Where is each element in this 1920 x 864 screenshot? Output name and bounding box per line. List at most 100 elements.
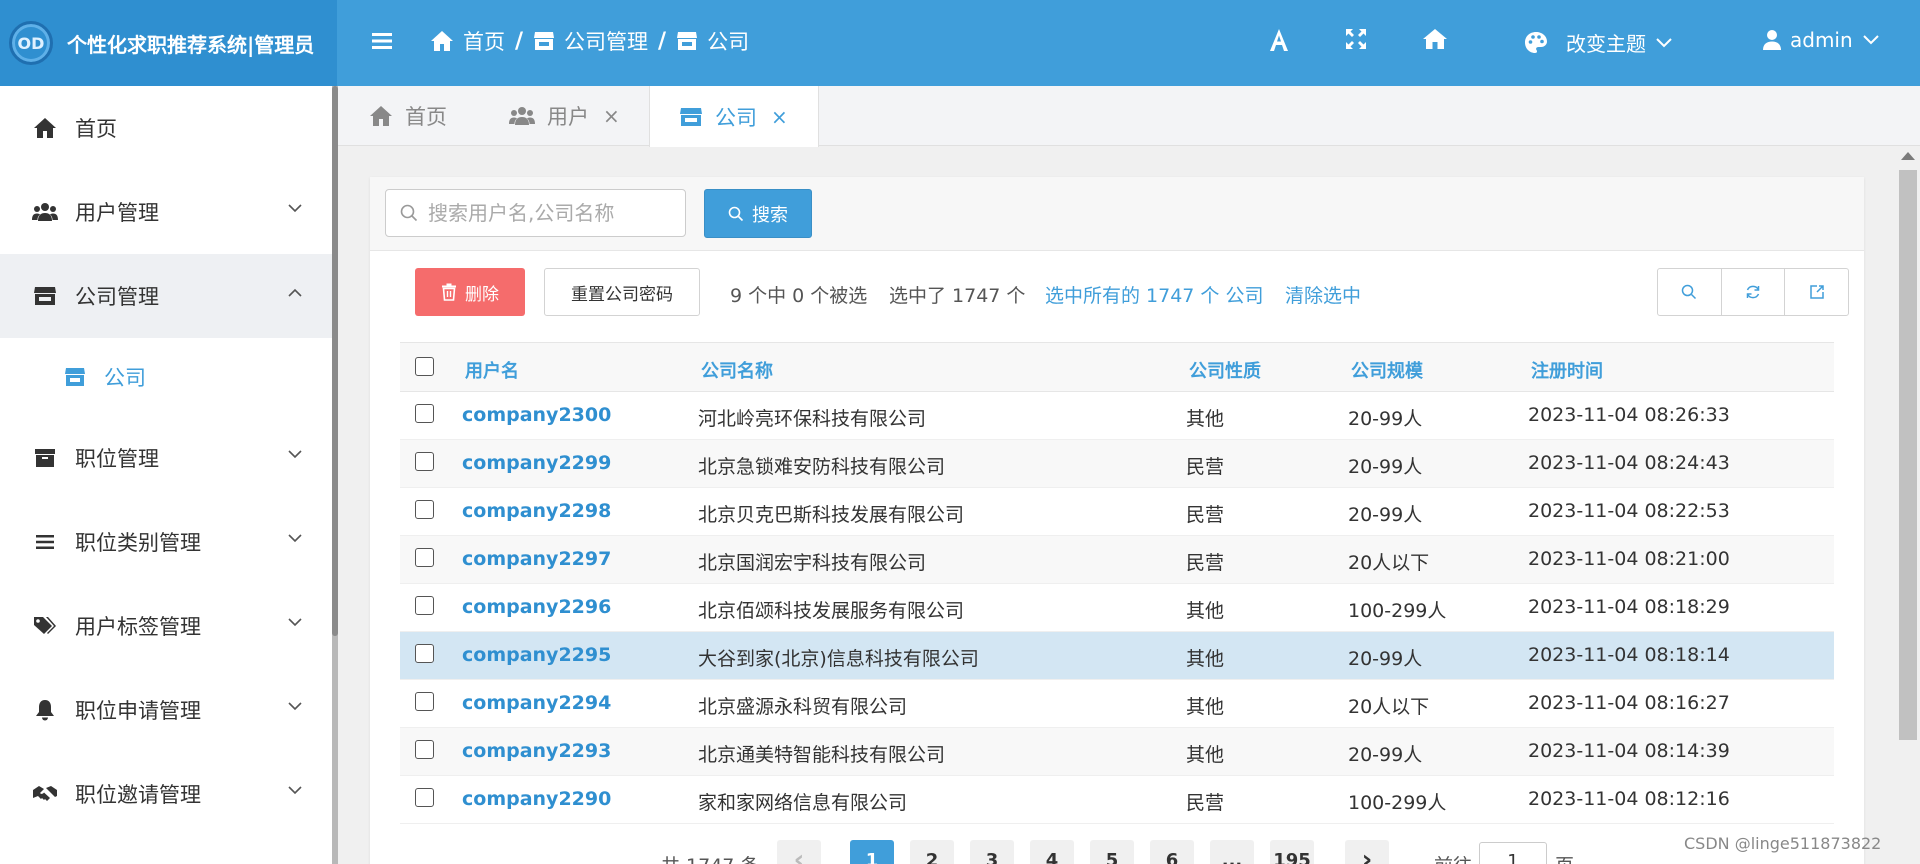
row-username-link[interactable]: company2290 bbox=[462, 788, 611, 810]
bell-icon bbox=[32, 699, 58, 721]
row-company-name: 北京贝克巴斯科技发展有限公司 bbox=[698, 504, 965, 526]
row-username-link[interactable]: company2296 bbox=[462, 596, 611, 618]
breadcrumb-separator: / bbox=[515, 28, 524, 54]
chevron-down-icon bbox=[1656, 37, 1672, 47]
table-row[interactable]: company2293 北京通美特智能科技有限公司 其他 20-99人 2023… bbox=[400, 728, 1834, 776]
table-toolbar bbox=[1657, 268, 1849, 316]
table-row[interactable]: company2290 家和家网络信息有限公司 民营 100-299人 2023… bbox=[400, 776, 1834, 824]
tab-home[interactable]: 首页 bbox=[369, 86, 447, 146]
row-username-link[interactable]: company2300 bbox=[462, 404, 611, 426]
pagination-page-last[interactable]: 195 bbox=[1270, 840, 1314, 864]
theme-switcher[interactable]: 改变主题 bbox=[1524, 28, 1690, 57]
row-company-type: 其他 bbox=[1186, 744, 1225, 766]
sidebar-item-job-application-management[interactable]: 职位申请管理 bbox=[0, 668, 332, 752]
user-menu[interactable]: admin bbox=[1762, 28, 1879, 52]
table-row[interactable]: company2294 北京盛源永科贸有限公司 其他 20人以下 2023-11… bbox=[400, 680, 1834, 728]
row-company-type: 民营 bbox=[1186, 792, 1225, 814]
palette-icon bbox=[1525, 31, 1547, 53]
row-register-time: 2023-11-04 08:24:43 bbox=[1528, 452, 1730, 474]
users-icon bbox=[509, 107, 535, 125]
chevron-up-icon bbox=[288, 288, 302, 297]
row-company-size: 20-99人 bbox=[1348, 504, 1423, 526]
row-checkbox[interactable] bbox=[415, 740, 434, 759]
reset-password-button[interactable]: 重置公司密码 bbox=[544, 268, 700, 316]
pagination-page-5[interactable]: 5 bbox=[1090, 840, 1134, 864]
column-header-username[interactable]: 用户名 bbox=[465, 357, 519, 383]
tab-user[interactable]: 用户 × bbox=[509, 86, 620, 146]
row-checkbox[interactable] bbox=[415, 596, 434, 615]
scroll-up-arrow-icon[interactable] bbox=[1901, 152, 1915, 160]
pagination-page-1[interactable]: 1 bbox=[850, 840, 894, 864]
select-all-link[interactable]: 选中所有的 1747 个 公司 bbox=[1045, 281, 1263, 308]
row-username-link[interactable]: company2298 bbox=[462, 500, 611, 522]
row-username-link[interactable]: company2299 bbox=[462, 452, 611, 474]
row-company-type: 其他 bbox=[1186, 696, 1225, 718]
row-checkbox[interactable] bbox=[415, 548, 434, 567]
sidebar-item-job-invitation-management[interactable]: 职位邀请管理 bbox=[0, 752, 332, 836]
column-header-company-type[interactable]: 公司性质 bbox=[1189, 357, 1261, 383]
sidebar-item-company-management[interactable]: 公司管理 bbox=[0, 254, 332, 338]
row-username-link[interactable]: company2293 bbox=[462, 740, 611, 762]
tab-company[interactable]: 公司 × bbox=[649, 86, 819, 147]
breadcrumb-company-management[interactable]: 公司管理 bbox=[533, 26, 648, 56]
page-scrollbar-thumb[interactable] bbox=[1899, 170, 1917, 740]
row-checkbox[interactable] bbox=[415, 644, 434, 663]
breadcrumb-home[interactable]: 首页 bbox=[430, 26, 505, 56]
row-username-link[interactable]: company2297 bbox=[462, 548, 611, 570]
row-checkbox[interactable] bbox=[415, 500, 434, 519]
column-header-company-name[interactable]: 公司名称 bbox=[701, 357, 773, 383]
home-icon[interactable] bbox=[1422, 28, 1448, 50]
row-checkbox[interactable] bbox=[415, 452, 434, 471]
row-checkbox[interactable] bbox=[415, 692, 434, 711]
table-row[interactable]: company2296 北京佰颂科技发展服务有限公司 其他 100-299人 2… bbox=[400, 584, 1834, 632]
row-username-link[interactable]: company2295 bbox=[462, 644, 611, 666]
table-row[interactable]: company2297 北京国润宏宇科技有限公司 民营 20人以下 2023-1… bbox=[400, 536, 1834, 584]
delete-button[interactable]: 删除 bbox=[415, 268, 525, 316]
toolbar-refresh-button[interactable] bbox=[1722, 269, 1786, 315]
search-button[interactable]: 搜索 bbox=[704, 189, 812, 238]
sidebar-item-home[interactable]: 首页 bbox=[0, 86, 332, 170]
toolbar-export-button[interactable] bbox=[1785, 269, 1848, 315]
pagination-goto-input[interactable]: 1 bbox=[1479, 842, 1547, 864]
sidebar-item-job-category-management[interactable]: 职位类别管理 bbox=[0, 500, 332, 584]
sidebar-item-company[interactable]: 公司 bbox=[0, 338, 332, 416]
table-row[interactable]: company2298 北京贝克巴斯科技发展有限公司 民营 20-99人 202… bbox=[400, 488, 1834, 536]
table-row[interactable]: company2300 河北岭亮环保科技有限公司 其他 20-99人 2023-… bbox=[400, 392, 1834, 440]
breadcrumb-separator: / bbox=[658, 28, 667, 54]
table-row[interactable]: company2295 大谷到家(北京)信息科技有限公司 其他 20-99人 2… bbox=[400, 632, 1834, 680]
sidebar-item-job-management[interactable]: 职位管理 bbox=[0, 416, 332, 500]
pagination-page-2[interactable]: 2 bbox=[910, 840, 954, 864]
pagination-ellipsis[interactable]: ... bbox=[1210, 840, 1254, 864]
sidebar-item-user-management[interactable]: 用户管理 bbox=[0, 170, 332, 254]
close-icon[interactable]: × bbox=[771, 105, 788, 129]
search-input[interactable] bbox=[428, 201, 668, 225]
search-input-box[interactable] bbox=[385, 189, 686, 237]
pagination-page-4[interactable]: 4 bbox=[1030, 840, 1074, 864]
sidebar-item-user-tag-management[interactable]: 用户标签管理 bbox=[0, 584, 332, 668]
fullscreen-icon[interactable] bbox=[1345, 28, 1367, 50]
pagination-page-6[interactable]: 6 bbox=[1150, 840, 1194, 864]
row-checkbox[interactable] bbox=[415, 788, 434, 807]
pagination-prev-button[interactable]: ‹ bbox=[777, 840, 821, 864]
close-icon[interactable]: × bbox=[603, 104, 620, 128]
row-company-size: 20-99人 bbox=[1348, 648, 1423, 670]
toolbar-search-button[interactable] bbox=[1658, 269, 1722, 315]
home-icon bbox=[32, 117, 58, 139]
row-register-time: 2023-11-04 08:26:33 bbox=[1528, 404, 1730, 426]
users-icon bbox=[32, 202, 58, 222]
column-header-register-time[interactable]: 注册时间 bbox=[1531, 357, 1603, 383]
row-checkbox[interactable] bbox=[415, 404, 434, 423]
row-company-type: 民营 bbox=[1186, 504, 1225, 526]
menu-toggle-icon[interactable] bbox=[371, 30, 393, 52]
row-username-link[interactable]: company2294 bbox=[462, 692, 611, 714]
select-all-checkbox[interactable] bbox=[415, 357, 434, 376]
sidebar-item-label: 用户标签管理 bbox=[75, 615, 201, 639]
font-size-icon[interactable] bbox=[1268, 28, 1290, 52]
breadcrumb-company: 公司 bbox=[676, 26, 749, 56]
pagination-page-3[interactable]: 3 bbox=[970, 840, 1014, 864]
clear-selection-link[interactable]: 清除选中 bbox=[1285, 281, 1361, 308]
pagination-next-button[interactable]: › bbox=[1345, 840, 1389, 864]
table-row[interactable]: company2299 北京急锁难安防科技有限公司 民营 20-99人 2023… bbox=[400, 440, 1834, 488]
row-company-type: 民营 bbox=[1186, 456, 1225, 478]
column-header-company-size[interactable]: 公司规模 bbox=[1351, 357, 1423, 383]
